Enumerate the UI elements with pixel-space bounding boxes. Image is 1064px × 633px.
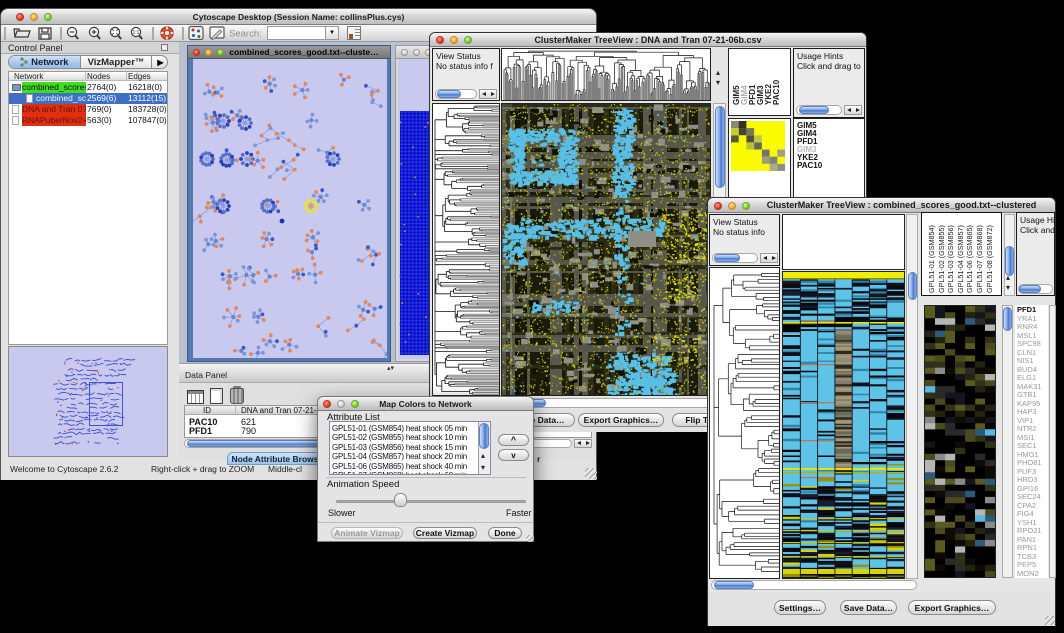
- svg-text:Search:: Search:: [229, 29, 262, 40]
- svg-text:1:1: 1:1: [133, 30, 140, 36]
